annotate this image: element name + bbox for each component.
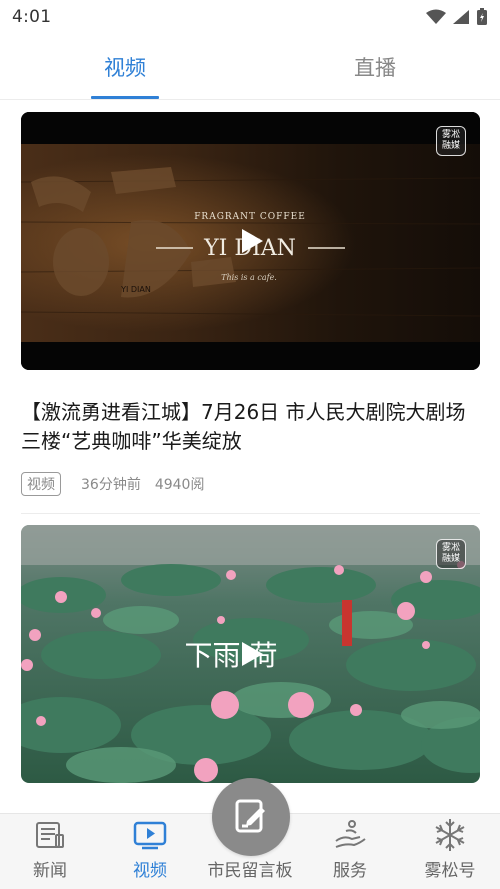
service-icon: [335, 820, 366, 848]
tab-live-label: 直播: [354, 55, 396, 80]
badge-line-2: 融媒: [441, 554, 460, 564]
video-thumbnail[interactable]: 下雨·荷 雾凇 融媒: [21, 525, 480, 783]
nav-video-label: 视频: [133, 861, 167, 881]
tab-live[interactable]: 直播: [250, 34, 500, 99]
play-icon[interactable]: [237, 227, 265, 255]
nav-news[interactable]: 新闻: [0, 814, 100, 889]
cafe-sign-text: YI DIAN: [120, 285, 151, 294]
read-count: 4940阅: [154, 477, 205, 493]
nav-service[interactable]: 服务: [300, 814, 400, 889]
wifi-icon: [426, 9, 446, 24]
battery-icon: [477, 8, 487, 25]
media-badge: 雾凇 融媒: [436, 126, 466, 156]
nav-video[interactable]: 视频: [100, 814, 200, 889]
signal-icon: [453, 10, 469, 24]
video-card[interactable]: 下雨·荷 雾凇 融媒: [21, 525, 480, 783]
video-title[interactable]: 【激流勇进看江城】7月26日 市人民大剧院大剧场三楼“艺典咖啡”华美绽放: [21, 398, 480, 456]
nav-message-board-label: 市民留言板: [207, 861, 293, 881]
message-board-icon: [235, 799, 265, 833]
tab-indicator: [91, 96, 159, 99]
publish-time: 36分钟前: [81, 477, 141, 493]
tab-video[interactable]: 视频: [0, 34, 250, 99]
cafe-sub-text: This is a cafe.: [221, 273, 277, 282]
badge-line-1: 雾凇: [441, 543, 460, 553]
tab-video-label: 视频: [104, 55, 146, 80]
snowflake-icon: [435, 819, 465, 851]
status-icons: [426, 8, 488, 26]
news-icon: [36, 822, 64, 848]
video-icon: [133, 821, 167, 850]
status-bar: 4:01: [0, 0, 500, 34]
video-meta: 视频 36分钟前 4940阅: [21, 472, 480, 496]
nav-wusong-label: 雾松号: [424, 861, 476, 881]
play-icon[interactable]: [237, 640, 265, 668]
cafe-brand-text: FRAGRANT COFFEE: [194, 212, 306, 222]
nav-wusong[interactable]: 雾松号: [400, 814, 500, 889]
badge-line-2: 融媒: [441, 141, 460, 151]
category-tag: 视频: [21, 472, 61, 496]
media-badge: 雾凇 融媒: [436, 539, 466, 569]
video-thumbnail[interactable]: FRAGRANT COFFEE YI DIAN This is a cafe. …: [21, 112, 480, 370]
status-time: 4:01: [12, 7, 52, 27]
nav-news-label: 新闻: [33, 861, 67, 881]
nav-service-label: 服务: [333, 861, 367, 881]
top-tabs: 视频 直播: [0, 34, 500, 100]
video-card[interactable]: FRAGRANT COFFEE YI DIAN This is a cafe. …: [21, 112, 480, 496]
message-board-button[interactable]: [212, 778, 290, 856]
card-divider: [21, 513, 480, 514]
video-feed[interactable]: FRAGRANT COFFEE YI DIAN This is a cafe. …: [0, 101, 500, 813]
badge-line-1: 雾凇: [441, 130, 460, 140]
